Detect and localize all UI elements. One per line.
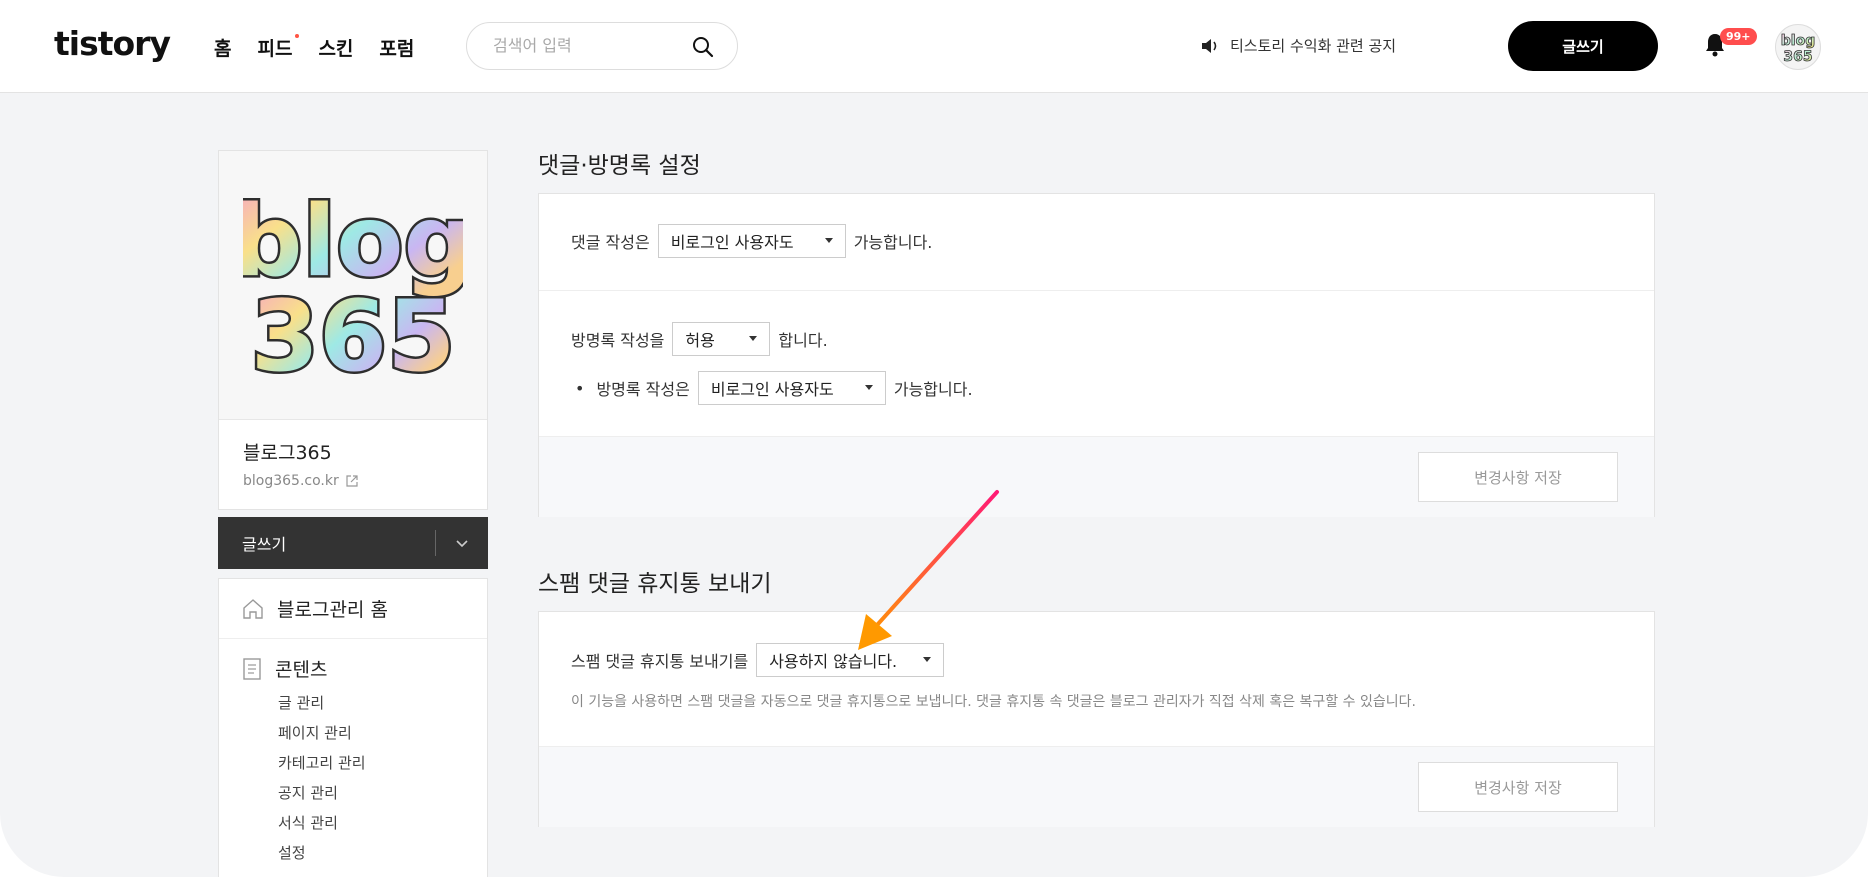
spam-trash-value: 사용하지 않습니다. [769,652,898,671]
home-icon [243,598,263,619]
guestbook-allow-row: 방명록 작성을 허용 합니다. [571,322,828,356]
blog-url-text: blog365.co.kr [243,473,339,489]
guestbook-write-prefix: 방명록 작성은 [596,380,690,399]
spam-section-title: 스팸 댓글 휴지통 보내기 [538,571,772,597]
guestbook-permission-value: 비로그인 사용자도 [710,380,834,399]
submenu-notice-manage[interactable]: 공지 관리 [278,778,487,808]
comment-suffix: 가능합니다. [853,233,933,252]
notice-link[interactable]: 티스토리 수익화 관련 공지 [1200,35,1396,56]
blog-url-link[interactable]: blog365.co.kr [243,473,463,489]
sidebar-item-home-label: 블로그관리 홈 [277,599,388,621]
notification-badge: 99+ [1720,28,1757,45]
new-dot-icon [295,34,300,38]
spam-trash-select[interactable]: 사용하지 않습니다. [756,643,945,677]
guestbook-permission-select[interactable]: 비로그인 사용자도 [697,371,886,405]
submenu-page-manage[interactable]: 페이지 관리 [278,718,487,748]
spam-save-button[interactable]: 변경사항 저장 [1418,762,1618,812]
external-link-icon [346,475,358,487]
comments-save-button[interactable]: 변경사항 저장 [1418,452,1618,502]
submenu-post-manage[interactable]: 글 관리 [278,688,487,718]
notice-text: 티스토리 수익화 관련 공지 [1230,37,1397,55]
svg-text:365: 365 [1783,49,1812,65]
blog-info: 블로그365 blog365.co.kr [219,420,487,509]
sidebar-item-home[interactable]: 블로그관리 홈 [219,579,487,639]
bullet: • [575,378,585,398]
spam-description: 이 기능을 사용하면 스팸 댓글을 자동으로 댓글 휴지통으로 보냅니다. 댓글… [571,694,1416,710]
nav-home[interactable]: 홈 [214,34,231,61]
global-nav: 홈 피드 스킨 포럼 [214,34,414,61]
search-icon[interactable] [691,35,715,59]
sidebar-write-label: 글쓰기 [242,535,287,554]
comment-prefix: 댓글 작성은 [571,233,650,252]
guestbook-permission-row: • 방명록 작성은 비로그인 사용자도 가능합니다. [571,371,973,405]
caret-down-icon [923,657,932,662]
search-input[interactable] [491,35,685,56]
avatar-image: blog 365 [1780,33,1815,66]
guestbook-prefix: 방명록 작성을 [571,331,665,350]
sidebar-menu: 블로그관리 홈 콘텐츠 글 관리 페이지 관리 카테고리 관리 공지 관리 서식… [218,578,488,877]
document-icon [243,657,261,680]
submenu-category-manage[interactable]: 카테고리 관리 [278,748,487,778]
comments-settings-panel: 댓글 작성은 비로그인 사용자도 가능합니다. 방명록 작성을 허용 합니다. … [538,193,1655,517]
speaker-icon [1202,38,1217,53]
spam-settings-panel: 스팸 댓글 휴지통 보내기를 사용하지 않습니다. 이 기능을 사용하면 스팸 … [538,611,1655,827]
write-button[interactable]: 글쓰기 [1508,21,1658,71]
nav-feed-label: 피드 [257,38,293,60]
submenu-template-manage[interactable]: 서식 관리 [278,808,487,838]
comment-permission-row: 댓글 작성은 비로그인 사용자도 가능합니다. [571,224,932,258]
spam-prefix: 스팸 댓글 휴지통 보내기를 [571,652,749,671]
blog-logo: blog 365 [219,151,487,420]
sidebar-item-content-label: 콘텐츠 [275,659,328,681]
caret-down-icon [749,336,758,341]
svg-text:blog: blog [1781,33,1815,49]
blog-logo-image: blog 365 [243,183,463,396]
nav-forum[interactable]: 포럼 [379,34,414,61]
comment-permission-select[interactable]: 비로그인 사용자도 [657,224,846,258]
guestbook-allow-value: 허용 [685,331,715,350]
comments-footer: 변경사항 저장 [539,436,1654,517]
nav-feed[interactable]: 피드 [257,34,300,61]
tistory-logo[interactable]: tistory [54,24,171,63]
content-submenu: 글 관리 페이지 관리 카테고리 관리 공지 관리 서식 관리 설정 [219,688,487,868]
sidebar-write-button[interactable]: 글쓰기 [218,517,488,569]
comment-permission-value: 비로그인 사용자도 [670,233,794,252]
caret-down-icon [824,238,833,243]
caret-down-icon [864,385,873,390]
comments-section-title: 댓글·방명록 설정 [538,153,701,179]
sidebar-item-content[interactable]: 콘텐츠 [219,639,487,688]
spam-trash-row: 스팸 댓글 휴지통 보내기를 사용하지 않습니다. [571,643,952,677]
guestbook-allow-select[interactable]: 허용 [672,322,771,356]
page-background: tistory 홈 피드 스킨 포럼 티스토리 수익화 관련 공지 글쓰기 99… [0,0,1868,877]
search-box [466,22,738,70]
guestbook-suffix: 합니다. [778,331,828,350]
blog-name[interactable]: 블로그365 [243,438,463,465]
guestbook-write-suffix: 가능합니다. [893,380,973,399]
nav-skin[interactable]: 스킨 [318,34,353,61]
chevron-down-icon[interactable] [436,538,488,548]
divider [539,290,1654,291]
avatar[interactable]: blog 365 [1775,24,1821,70]
spam-footer: 변경사항 저장 [539,746,1654,827]
top-header: tistory 홈 피드 스킨 포럼 티스토리 수익화 관련 공지 글쓰기 99… [0,0,1868,93]
submenu-settings[interactable]: 설정 [278,838,487,868]
blog-profile-card: blog 365 블로그365 blog365.co.kr [218,150,488,510]
svg-text:365: 365 [251,280,456,394]
